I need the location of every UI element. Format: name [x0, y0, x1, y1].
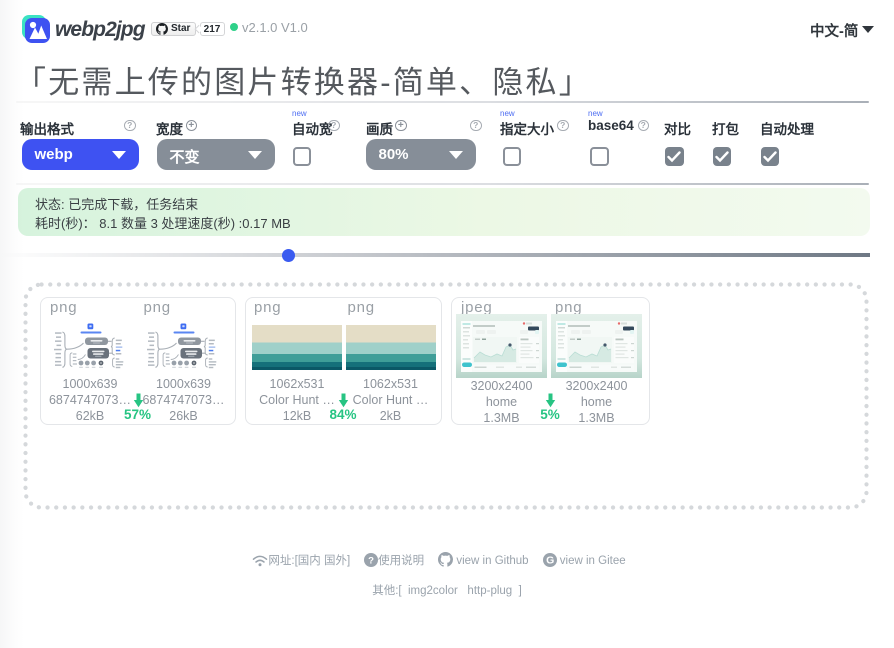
svg-text:?: ? [368, 556, 374, 567]
svg-text:G: G [546, 555, 554, 567]
